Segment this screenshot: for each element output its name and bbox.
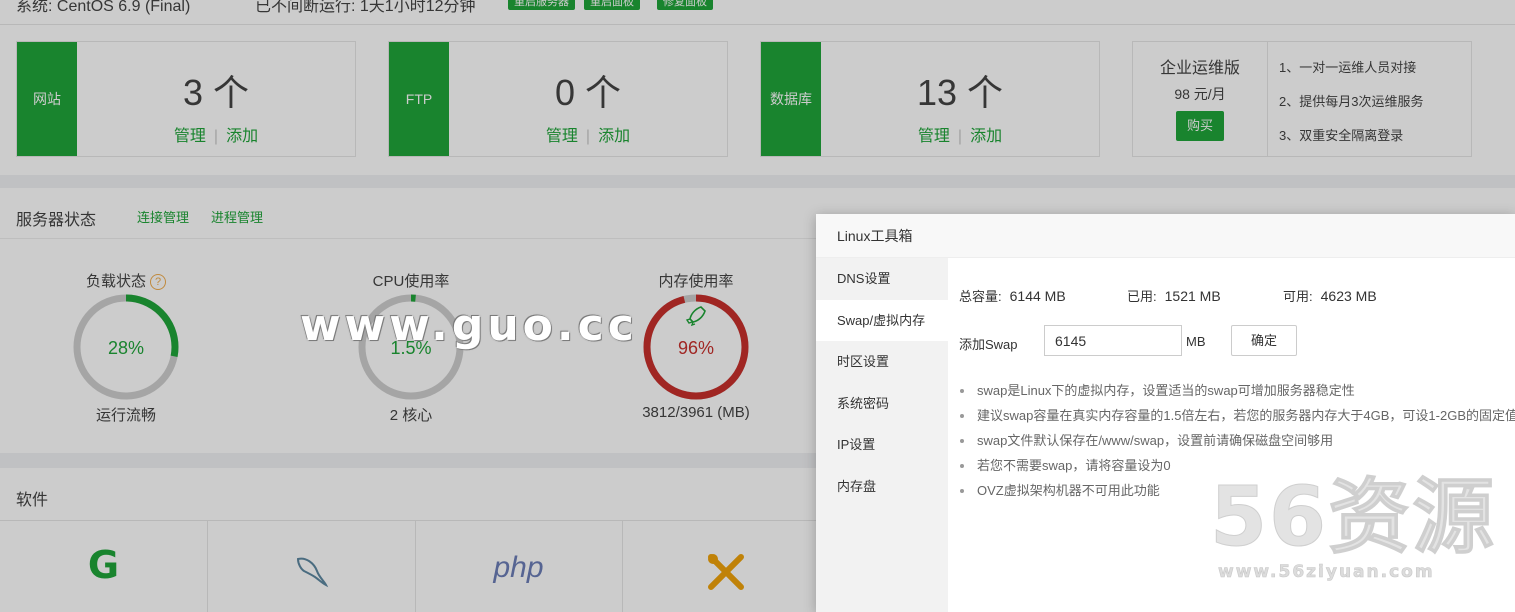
menu-item-password[interactable]: 系统密码 <box>816 383 948 425</box>
swap-free: 可用: 4623 MB <box>1283 288 1377 304</box>
dialog-title: Linux工具箱 <box>816 214 1515 258</box>
menu-item-swap[interactable]: Swap/虚拟内存 <box>816 299 948 341</box>
swap-unit: MB <box>1186 334 1206 349</box>
confirm-button[interactable]: 确定 <box>1231 325 1297 356</box>
add-swap-label: 添加Swap <box>959 337 1018 352</box>
note-item: swap是Linux下的虚拟内存，设置适当的swap可增加服务器稳定性 <box>959 378 1515 403</box>
swap-size-input[interactable] <box>1044 325 1182 356</box>
site-watermark: www.guo.cc <box>300 300 638 351</box>
note-item: swap文件默认保存在/www/swap，设置前请确保磁盘空间够用 <box>959 428 1515 453</box>
56ziyuan-watermark: 56资源 www.56ziyuan.com <box>1209 475 1494 586</box>
watermark-logo: 56资源 <box>1209 470 1497 565</box>
swap-used: 已用: 1521 MB <box>1127 288 1221 304</box>
toolbox-menu: DNS设置 Swap/虚拟内存 时区设置 系统密码 IP设置 内存盘 <box>816 258 948 612</box>
menu-item-ip[interactable]: IP设置 <box>816 424 948 466</box>
note-item: 建议swap容量在真实内存容量的1.5倍左右，若您的服务器内存大于4GB，可设1… <box>959 403 1515 428</box>
watermark-url: www.56ziyuan.com <box>1218 562 1435 583</box>
menu-item-dns[interactable]: DNS设置 <box>816 258 948 300</box>
swap-total: 总容量: 6144 MB <box>959 288 1066 304</box>
menu-item-ramdisk[interactable]: 内存盘 <box>816 466 948 508</box>
menu-item-timezone[interactable]: 时区设置 <box>816 341 948 383</box>
